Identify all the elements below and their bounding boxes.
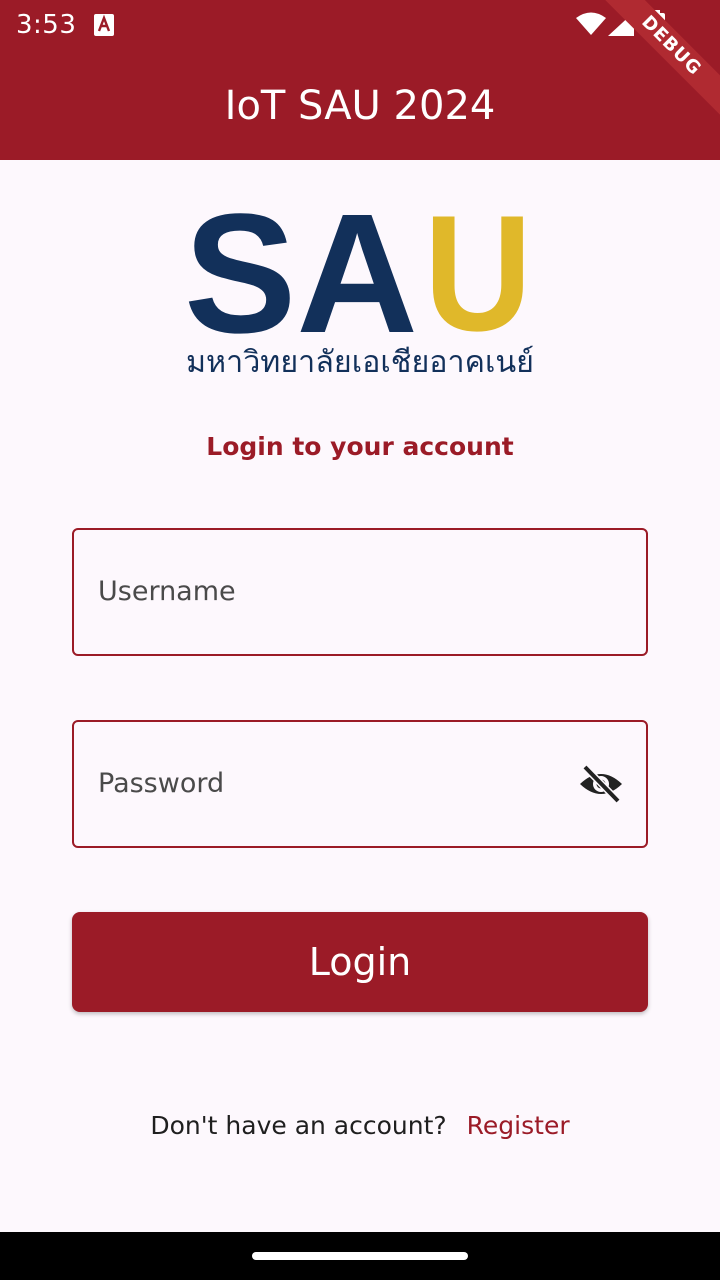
username-placeholder: Username [98, 576, 236, 607]
register-row: Don't have an account? Register [0, 1108, 720, 1144]
login-button[interactable]: Login [72, 912, 648, 1012]
home-indicator[interactable] [252, 1252, 468, 1260]
battery-icon [647, 10, 665, 42]
signal-icon [608, 12, 634, 40]
app-bar: IoT SAU 2024 [0, 50, 720, 160]
status-time: 3:53 [16, 10, 77, 40]
logo-letter-u: U [424, 200, 532, 365]
username-field[interactable]: Username [72, 528, 648, 656]
login-subtitle: Login to your account [206, 432, 514, 461]
navigation-bar [0, 1232, 720, 1280]
password-placeholder: Password [98, 768, 225, 799]
status-bar: 3:53 [0, 0, 720, 50]
app-title: IoT SAU 2024 [224, 83, 496, 129]
password-field[interactable]: Password [72, 720, 648, 848]
sau-logo: SA U มหาวิทยาลัยเอเชียอาคเนย์ [180, 179, 540, 385]
logo-thai-text: มหาวิทยาลัยเอเชียอาคเนย์ [186, 345, 534, 380]
logo-letters-sa: SA [184, 200, 418, 369]
register-link[interactable]: Register [467, 1111, 570, 1140]
register-prompt: Don't have an account? [150, 1111, 447, 1140]
notification-a-icon [94, 14, 114, 40]
eye-off-icon[interactable] [578, 764, 624, 804]
wifi-icon [576, 12, 606, 40]
